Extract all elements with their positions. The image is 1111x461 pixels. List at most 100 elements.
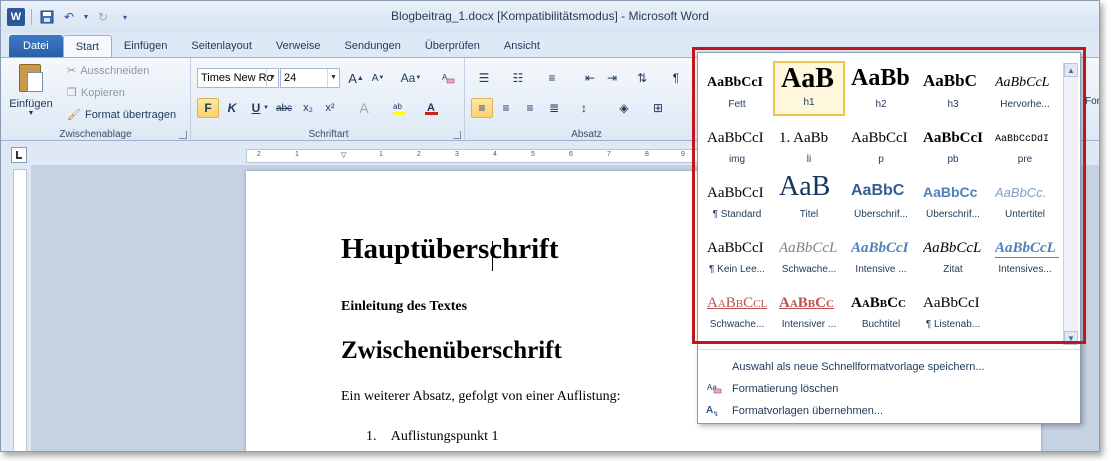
style-schwache-hervorhebung[interactable]: AaBbCcL Schwache... <box>773 226 845 281</box>
shrink-font-button[interactable]: A ▼ <box>367 68 389 88</box>
vertical-ruler <box>13 169 27 451</box>
style-fett[interactable]: AaBbCcI Fett <box>701 61 773 116</box>
style-name: Schwache... <box>709 319 765 330</box>
copy-button[interactable]: ❐ Kopieren <box>67 86 125 100</box>
format-painter-label: Format übertragen <box>84 108 177 121</box>
align-left-icon[interactable]: ≡ <box>471 98 493 118</box>
tab-review[interactable]: Überprüfen <box>413 35 492 57</box>
sort-icon[interactable]: ⇅ <box>631 68 653 88</box>
style-buchtitel[interactable]: AaBbCc Buchtitel <box>845 281 917 336</box>
cut-button[interactable]: ✂ Ausschneiden <box>67 64 149 78</box>
style-listenabsatz[interactable]: AaBbCcI ¶ Listenab... <box>917 281 989 336</box>
style-h2[interactable]: AaBb h2 <box>845 61 917 116</box>
style-name: Hervorhe... <box>1000 99 1050 110</box>
font-size-combobox[interactable]: 24 ▼ <box>280 68 340 88</box>
paste-dropdown-icon[interactable]: ▼ <box>7 110 55 117</box>
tab-page-layout[interactable]: Seitenlayout <box>179 35 264 57</box>
doc-paragraph-2[interactable]: Ein weiterer Absatz, gefolgt von einer A… <box>341 389 621 405</box>
change-case-button[interactable]: Aa ▼ <box>397 68 425 88</box>
shading-icon[interactable]: ◈ <box>613 98 635 118</box>
scroll-up-icon[interactable]: ▲ <box>1064 63 1078 77</box>
style-intensives-zitat[interactable]: AaBbCcL Intensives... <box>989 226 1061 281</box>
text-effects-icon[interactable]: A <box>353 98 375 118</box>
style-intensive-hervorhebung[interactable]: AaBbCcI Intensive ... <box>845 226 917 281</box>
style-ueberschrift-2[interactable]: AaBbCc Überschrif... <box>917 171 989 226</box>
tab-mailings[interactable]: Sendungen <box>333 35 413 57</box>
style-kein-leerraum[interactable]: AaBbCcI ¶ Kein Lee... <box>701 226 773 281</box>
clipboard-group: Einfügen ▼ ✂ Ausschneiden ❐ Kopieren 🖌 F… <box>1 58 191 142</box>
scroll-down-icon[interactable]: ▼ <box>1064 331 1078 345</box>
save-as-quick-style-item[interactable]: Auswahl als neue Schnellformatvorlage sp… <box>698 356 1080 378</box>
justify-icon[interactable]: ≣ <box>543 98 565 118</box>
clear-formatting-item[interactable]: Aa Formatierung löschen <box>698 378 1080 400</box>
align-center-icon[interactable]: ≡ <box>495 98 517 118</box>
show-formatting-button[interactable]: ¶ <box>665 68 687 88</box>
style-untertitel[interactable]: AaBbCc. Untertitel <box>989 171 1061 226</box>
tab-insert[interactable]: Einfügen <box>112 35 179 57</box>
list-item-text: Auflistungspunkt 1 <box>390 429 499 444</box>
ruler-mark: 2 <box>257 151 261 158</box>
style-pre[interactable]: AaBbCcDdI pre <box>989 116 1061 171</box>
format-painter-button[interactable]: 🖌 Format übertragen <box>67 108 177 122</box>
multilevel-list-icon[interactable]: ≡ <box>541 68 563 88</box>
doc-heading-2[interactable]: Zwischenüberschrift <box>341 337 562 365</box>
style-zitat[interactable]: AaBbCcL Zitat <box>917 226 989 281</box>
style-sample: AaBbCcL <box>995 75 1050 90</box>
tab-start[interactable]: Start <box>62 35 112 57</box>
style-titel[interactable]: AaB Titel <box>773 171 845 226</box>
style-h1[interactable]: AaB h1 <box>773 61 845 116</box>
style-sample: AaBbCc <box>779 295 834 311</box>
decrease-indent-icon[interactable]: ⇤ <box>579 68 601 88</box>
bold-button[interactable]: F <box>197 98 219 118</box>
borders-icon[interactable]: ⊞ <box>647 98 669 118</box>
bullets-icon[interactable]: ☰ <box>473 68 495 88</box>
style-intensiver-verweis[interactable]: AaBbCc Intensiver ... <box>773 281 845 336</box>
grow-font-button[interactable]: A ▲ <box>345 68 367 88</box>
menu-item-label: Formatierung löschen <box>732 383 839 395</box>
style-standard[interactable]: AaBbCcI ¶ Standard <box>701 171 773 226</box>
ruler-mark: 3 <box>455 151 459 158</box>
style-name: Untertitel <box>1004 209 1045 220</box>
gallery-scrollbar[interactable]: ▲ ▼ <box>1063 63 1078 345</box>
font-launcher-icon[interactable] <box>453 131 461 139</box>
increase-indent-icon[interactable]: ⇥ <box>601 68 623 88</box>
style-schwacher-verweis[interactable]: AaBbCcl Schwache... <box>701 281 773 336</box>
doc-paragraph-intro[interactable]: Einleitung des Textes <box>341 299 467 315</box>
apply-styles-item[interactable]: A ↯ Formatvorlagen übernehmen... <box>698 400 1080 422</box>
align-right-icon[interactable]: ≡ <box>519 98 541 118</box>
ruler-indent-marker[interactable]: ▽ <box>341 151 346 159</box>
ruler-tab-selector[interactable] <box>11 147 27 163</box>
styles-gallery-dropdown: AaBbCcI Fett AaB h1 AaBb h2 AaBbC h3 AaBbCcL… <box>692 47 1086 424</box>
italic-button[interactable]: K <box>221 98 243 118</box>
style-ueberschrift-1[interactable]: AaBbC Überschrif... <box>845 171 917 226</box>
tab-file[interactable]: Datei <box>9 35 63 57</box>
underline-dropdown-icon[interactable]: ▼ <box>261 98 271 118</box>
strikethrough-button[interactable]: abc <box>273 98 295 118</box>
list-number: 1. <box>366 429 377 444</box>
font-name-dropdown-icon[interactable]: ▼ <box>266 69 278 87</box>
tab-view[interactable]: Ansicht <box>492 35 552 57</box>
doc-heading-1[interactable]: Hauptüberschrift <box>341 233 559 266</box>
line-spacing-icon[interactable]: ↕ <box>573 98 595 118</box>
style-li[interactable]: 1. AaBb li <box>773 116 845 171</box>
style-name: Intensive ... <box>855 264 907 275</box>
font-color-icon[interactable]: A <box>421 98 443 118</box>
highlight-icon[interactable]: ab <box>389 98 411 118</box>
style-p[interactable]: AaBbCcI p <box>845 116 917 171</box>
style-pb[interactable]: AaBbCcI pb <box>917 116 989 171</box>
font-size-dropdown-icon[interactable]: ▼ <box>327 69 339 87</box>
font-name-combobox[interactable]: Times New Ro ▼ <box>197 68 279 88</box>
style-hervorhebung[interactable]: AaBbCcL Hervorhe... <box>989 61 1061 116</box>
numbering-icon[interactable]: ☷ <box>507 68 529 88</box>
style-name: Überschrif... <box>854 209 908 220</box>
paste-button[interactable]: Einfügen ▼ <box>7 62 55 122</box>
doc-list-item[interactable]: 1. Auflistungspunkt 1 <box>366 429 498 445</box>
clipboard-launcher-icon[interactable] <box>179 131 187 139</box>
clear-formatting-icon[interactable]: A <box>437 68 459 88</box>
superscript-button[interactable]: x² <box>319 98 341 118</box>
style-h3[interactable]: AaBbC h3 <box>917 61 989 116</box>
style-img[interactable]: AaBbCcI img <box>701 116 773 171</box>
style-name: h1 <box>803 97 815 108</box>
subscript-button[interactable]: x₂ <box>297 98 319 118</box>
tab-references[interactable]: Verweise <box>264 35 333 57</box>
